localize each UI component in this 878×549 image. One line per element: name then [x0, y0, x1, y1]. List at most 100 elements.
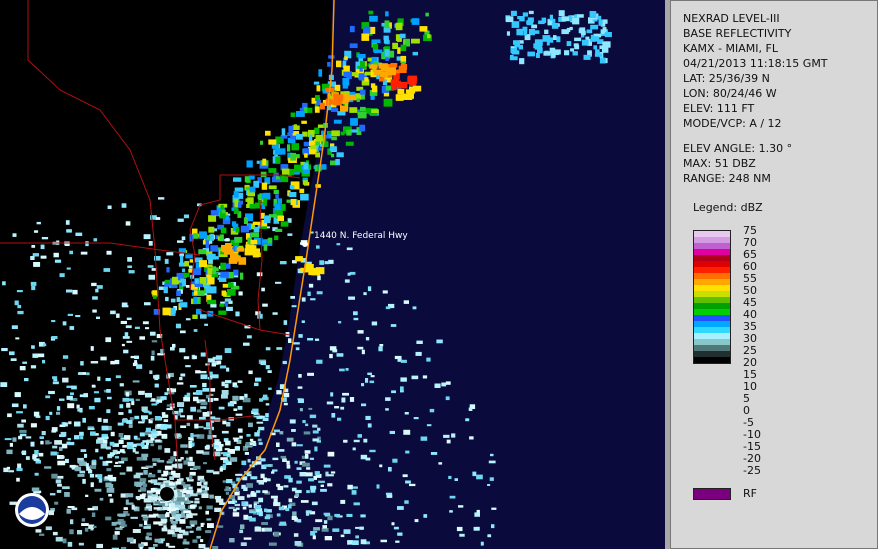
radar-echo	[203, 427, 212, 430]
radar-echo	[200, 352, 206, 357]
radar-echo	[487, 484, 491, 486]
radar-echo	[145, 465, 154, 468]
radar-map[interactable]: 1440 N. Federal Hwy	[0, 0, 665, 549]
radar-echo	[233, 269, 239, 276]
radar-echo	[241, 484, 246, 489]
radar-echo	[96, 316, 100, 319]
radar-echo	[40, 244, 45, 250]
radar-echo	[247, 517, 252, 520]
radar-echo	[139, 482, 143, 486]
radar-echo	[367, 423, 372, 428]
radar-echo	[302, 462, 310, 467]
radar-echo	[598, 19, 603, 26]
radar-echo	[220, 204, 224, 211]
radar-echo	[145, 327, 150, 330]
radar-echo	[134, 415, 140, 420]
radar-echo	[81, 518, 86, 522]
radar-echo	[65, 458, 69, 463]
radar-echo	[62, 377, 69, 383]
radar-echo	[556, 36, 561, 43]
radar-echo	[126, 317, 132, 320]
radar-echo	[142, 483, 148, 487]
radar-echo	[224, 348, 232, 353]
radar-echo	[357, 54, 366, 59]
radar-echo	[489, 477, 494, 481]
radar-echo	[165, 513, 170, 518]
radar-echo	[128, 424, 133, 428]
radar-echo	[369, 380, 375, 384]
radar-echo	[180, 330, 186, 334]
radar-echo	[295, 111, 305, 117]
radar-echo	[357, 111, 367, 119]
radar-echo	[258, 497, 264, 503]
radar-echo	[110, 431, 115, 437]
radar-echo	[265, 413, 269, 418]
radar-echo	[296, 480, 302, 484]
radar-echo	[194, 283, 203, 287]
radar-echo	[280, 455, 287, 459]
radar-echo	[91, 282, 97, 287]
radar-echo	[430, 452, 438, 455]
radar-echo	[436, 339, 443, 344]
radar-echo	[52, 376, 58, 380]
radar-echo	[225, 238, 230, 242]
radar-echo	[107, 474, 113, 480]
radar-echo	[379, 344, 384, 347]
radar-echo	[341, 397, 346, 403]
radar-echo	[122, 445, 127, 448]
radar-echo	[527, 17, 534, 23]
radar-echo	[411, 375, 419, 380]
radar-echo	[472, 471, 477, 477]
radar-echo	[121, 343, 125, 347]
radar-echo	[118, 461, 125, 464]
radar-echo	[54, 501, 59, 505]
radar-echo	[37, 353, 45, 358]
radar-echo	[400, 359, 407, 363]
radar-echo	[205, 510, 209, 515]
radar-echo	[353, 311, 358, 316]
radar-echo	[250, 511, 257, 514]
radar-echo	[170, 298, 176, 303]
radar-echo	[200, 374, 208, 380]
radar-echo	[359, 89, 366, 95]
radar-echo	[12, 437, 17, 442]
radar-echo	[174, 459, 182, 462]
radar-echo	[149, 370, 153, 374]
radar-echo	[317, 275, 321, 281]
radar-echo	[158, 286, 164, 290]
radar-echo	[290, 152, 296, 161]
radar-echo	[9, 351, 15, 356]
radar-echo	[53, 379, 58, 382]
radar-echo	[107, 205, 112, 209]
radar-echo	[168, 545, 176, 548]
radar-echo	[510, 10, 517, 16]
radar-echo	[283, 320, 288, 325]
radar-echo	[200, 522, 204, 527]
radar-echo	[307, 372, 314, 376]
radar-echo	[384, 49, 390, 57]
radar-echo	[219, 467, 223, 472]
radar-echo	[139, 336, 145, 340]
radar-echo	[379, 77, 385, 82]
radar-echo	[361, 33, 370, 41]
radar-echo	[136, 364, 143, 369]
radar-echo	[57, 483, 62, 487]
radar-echo	[110, 452, 115, 456]
radar-echo	[197, 290, 205, 296]
radar-echo	[132, 448, 136, 453]
radar-echo	[33, 262, 41, 267]
radar-echo	[265, 365, 270, 370]
radar-echo	[288, 192, 297, 198]
legend-swatch	[694, 357, 730, 363]
radar-echo	[292, 511, 297, 516]
radar-echo	[266, 478, 271, 482]
radar-echo	[590, 24, 599, 30]
radar-echo	[193, 396, 199, 402]
radar-echo	[273, 498, 278, 504]
radar-echo	[549, 14, 553, 21]
radar-echo	[125, 493, 134, 498]
radar-echo	[189, 504, 196, 509]
radar-echo	[329, 146, 337, 152]
radar-echo	[371, 321, 378, 326]
radar-echo	[384, 20, 390, 29]
